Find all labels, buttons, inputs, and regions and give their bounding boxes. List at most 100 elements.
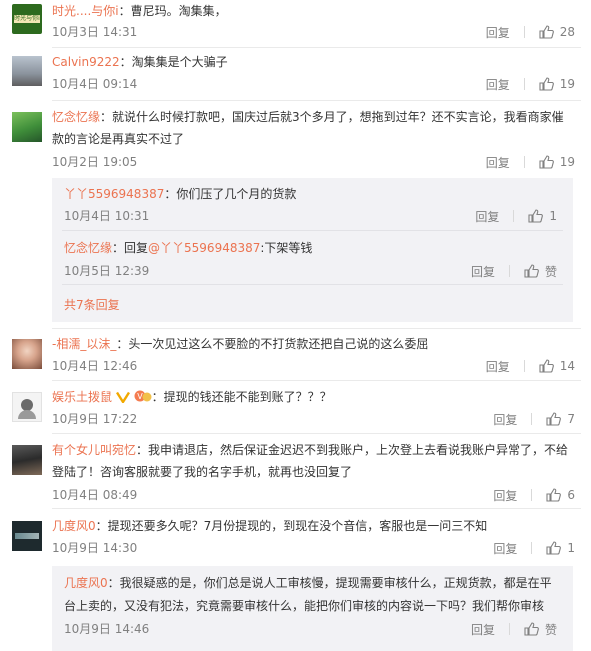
divider: [62, 230, 563, 231]
like-button[interactable]: 19: [539, 77, 575, 91]
comment-date: 10月4日 12:46: [52, 359, 138, 373]
sub-reply-date: 10月9日 14:46: [64, 622, 150, 636]
like-button[interactable]: 赞: [524, 263, 557, 280]
reply-button[interactable]: 回复: [486, 76, 510, 93]
reply-button[interactable]: 回复: [471, 263, 495, 280]
username-link[interactable]: 娱乐土拨鼠: [52, 390, 112, 404]
sub-reply-line: 几度风0：我很疑惑的是，你们总是说人工审核慢，提现需要审核什么，正规货款，都是在…: [64, 573, 563, 593]
comment-date: 10月4日 08:49: [52, 488, 138, 502]
comment-date: 10月2日 19:05: [52, 155, 138, 169]
comment-text: ：提现的钱还能不能到账了？？？: [151, 390, 332, 404]
comment-line: 几度风0：提现还要多久呢？7月份提现的，到现在没个音信，客服也是一问三不知: [52, 515, 579, 537]
avatar[interactable]: [12, 112, 42, 142]
avatar-figure: [18, 410, 36, 419]
like-label: 赞: [544, 264, 557, 279]
sub-reply-text: :下架等钱: [260, 241, 313, 255]
username-link[interactable]: 有个女儿叫宛忆: [52, 443, 136, 457]
avatar[interactable]: 时光与你i: [12, 4, 42, 34]
username-link[interactable]: 时光....与你i: [52, 4, 119, 18]
username-link[interactable]: 忆念忆缘: [52, 110, 100, 124]
avatar[interactable]: [12, 339, 42, 369]
reply-button[interactable]: 回复: [475, 208, 499, 225]
comment-line: 娱乐土拨鼠 V ：提现的钱还能不能到账了？？？: [52, 386, 579, 410]
divider: [52, 328, 581, 329]
avatar[interactable]: [12, 392, 42, 422]
sub-reply-line: 丫丫5596948387：你们压了几个月的货款: [64, 184, 563, 204]
comment-actions: 回复 1: [493, 539, 575, 557]
like-button[interactable]: 14: [539, 359, 575, 373]
comment-text: ：我申请退店，然后保证金迟迟不到我账户，上次登上去看说我账户异常了，不给: [136, 443, 569, 457]
sub-replies-box: 丫丫5596948387：你们压了几个月的货款 10月4日 10:31 回复 1…: [52, 178, 573, 322]
comment-line: 忆念忆缘：就说什么时候打款吧，国庆过后就3个多月了，想拖到过年？还不实言论，我看…: [52, 106, 579, 128]
thumbs-up-icon: [539, 359, 554, 373]
action-divider: [508, 265, 510, 277]
comment-date: 10月9日 14:30: [52, 541, 138, 555]
like-button[interactable]: 1: [546, 541, 575, 555]
avatar-caption: 时光与你i: [14, 15, 40, 23]
reply-button[interactable]: 回复: [486, 24, 510, 41]
username-link[interactable]: 几度风0: [64, 576, 108, 590]
like-count: 19: [559, 77, 575, 91]
divider: [52, 433, 581, 434]
like-count: 1: [567, 541, 575, 555]
username-link[interactable]: -相濡_以沫_: [52, 337, 116, 351]
thumbs-up-icon: [539, 155, 554, 169]
sub-reply-date: 10月5日 12:39: [64, 264, 150, 278]
comment-text: ：提现还要多久呢？7月份提现的，到现在没个音信，客服也是一问三不知: [95, 519, 488, 533]
comment-actions: 回复 19: [486, 153, 575, 171]
reply-button[interactable]: 回复: [493, 540, 517, 557]
like-count: 14: [559, 359, 575, 373]
avatar-figure: [15, 533, 39, 539]
comment-line: -相濡_以沫_：头一次见过这么不要脸的不打货款还把自己说的这么委屈: [52, 333, 579, 355]
like-button[interactable]: 28: [539, 25, 575, 39]
like-button[interactable]: 7: [546, 412, 575, 426]
thumbs-up-icon: [524, 264, 539, 278]
thumbs-up-icon: [539, 77, 554, 91]
like-button[interactable]: 1: [528, 209, 557, 223]
comment-text: 登陆了！咨询客服就要了我的名字手机，就再也没回复了: [52, 465, 353, 479]
avatar[interactable]: [12, 56, 42, 86]
action-divider: [523, 78, 525, 90]
comment-line: 有个女儿叫宛忆：我申请退店，然后保证金迟迟不到我账户，上次登上去看说我账户异常了…: [52, 439, 579, 461]
divider: [52, 47, 581, 48]
sub-reply-text: ：你们压了几个月的货款: [164, 187, 297, 201]
thumbs-up-icon: [546, 412, 562, 426]
username-link[interactable]: Calvin9222: [52, 55, 120, 69]
like-button[interactable]: 19: [539, 155, 575, 169]
reply-button[interactable]: 回复: [486, 358, 510, 375]
comment-date: 10月3日 14:31: [52, 25, 138, 39]
like-button[interactable]: 6: [546, 488, 575, 502]
member-badge-icon: V: [134, 388, 152, 410]
action-divider: [513, 210, 515, 222]
like-count: 7: [567, 412, 575, 426]
divider: [52, 380, 581, 381]
verified-badge-icon: [115, 388, 130, 410]
more-replies-link[interactable]: 共7条回复: [64, 296, 120, 313]
divider: [62, 284, 563, 285]
comment-text: ：就说什么时候打款吧，国庆过后就3个多月了，想拖到过年？还不实言论，我看商家催: [100, 110, 564, 124]
reply-button[interactable]: 回复: [493, 487, 517, 504]
avatar[interactable]: [12, 445, 42, 475]
thumbs-up-icon: [546, 541, 562, 555]
comment-date: 10月4日 09:14: [52, 77, 138, 91]
avatar[interactable]: [12, 521, 42, 551]
username-link[interactable]: 丫丫5596948387: [64, 187, 164, 201]
like-count: 6: [567, 488, 575, 502]
reply-button[interactable]: 回复: [486, 154, 510, 171]
sub-reply-line: 忆念忆缘：回复@丫丫5596948387:下架等钱: [64, 238, 563, 258]
thumbs-up-icon: [524, 622, 539, 636]
comment-actions: 回复 19: [486, 75, 575, 93]
username-link[interactable]: 忆念忆缘: [64, 241, 112, 255]
username-link[interactable]: 几度风0: [52, 519, 96, 533]
like-count: 1: [549, 209, 557, 223]
comment-line: 时光....与你i：曹尼玛。淘集集，: [52, 0, 579, 22]
mention-link[interactable]: @丫丫5596948387: [148, 241, 260, 255]
action-divider: [508, 623, 510, 635]
reply-button[interactable]: 回复: [471, 621, 495, 638]
reply-button[interactable]: 回复: [493, 411, 517, 428]
sub-reply-date: 10月4日 10:31: [64, 209, 150, 223]
like-button[interactable]: 赞: [524, 621, 557, 638]
like-count: 19: [559, 155, 575, 169]
comment-text: ：曹尼玛。淘集集，: [118, 4, 227, 18]
sub-replies-box: 几度风0：我很疑惑的是，你们总是说人工审核慢，提现需要审核什么，正规货款，都是在…: [52, 566, 573, 651]
